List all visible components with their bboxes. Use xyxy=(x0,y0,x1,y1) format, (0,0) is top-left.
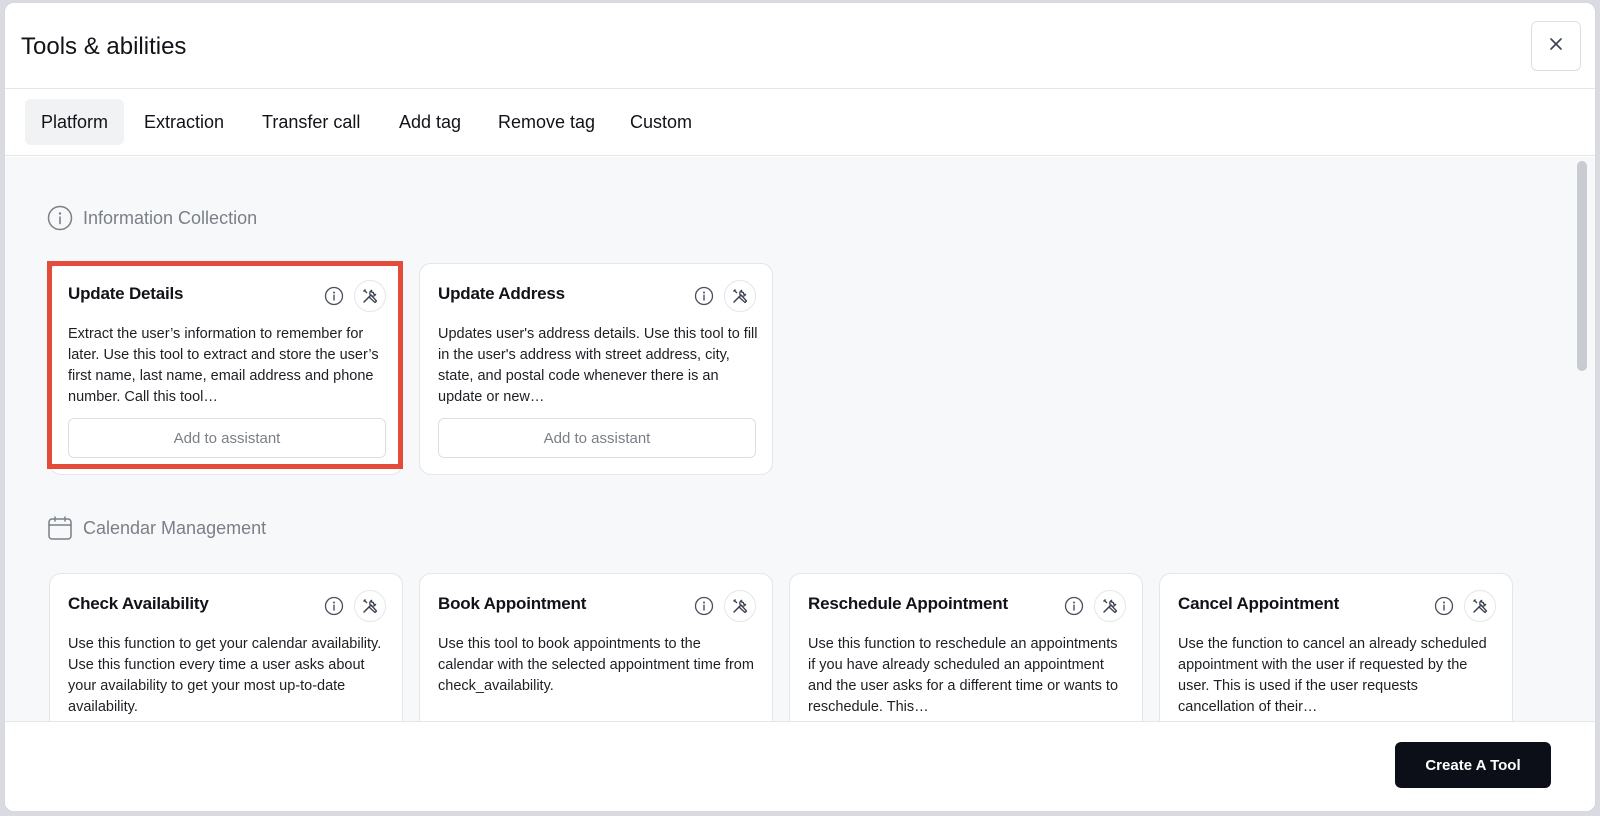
tool-card-update-details: Update Details Extract the user’s inform… xyxy=(49,263,403,475)
card-description: Updates user's address details. Use this… xyxy=(438,326,758,405)
close-button[interactable] xyxy=(1531,21,1581,71)
info-icon[interactable] xyxy=(322,284,346,308)
card-description: Use this tool to book appointments to th… xyxy=(438,636,754,694)
dialog-title: Tools & abilities xyxy=(21,33,187,60)
card-title: Book Appointment xyxy=(438,594,587,613)
tools-icon[interactable] xyxy=(1094,590,1126,622)
tool-card-cancel-appointment: Cancel Appointment Use the function to c… xyxy=(1159,573,1513,733)
scrollbar[interactable] xyxy=(1569,157,1595,735)
section-title: Information Collection xyxy=(83,207,258,228)
tab-custom[interactable]: Custom xyxy=(614,99,708,145)
info-icon[interactable] xyxy=(692,594,716,618)
tool-card-book-appointment: Book Appointment Use this tool to book a… xyxy=(419,573,773,733)
card-description: Use the function to cancel an already sc… xyxy=(1178,636,1487,715)
tab-add-tag[interactable]: Add tag xyxy=(383,99,477,145)
tools-icon[interactable] xyxy=(354,590,386,622)
dialog-footer: Create A Tool xyxy=(5,721,1595,811)
info-icon[interactable] xyxy=(1432,594,1456,618)
tool-card-reschedule-appointment: Reschedule Appointment Use this function… xyxy=(789,573,1143,733)
tool-card-update-address: Update Address Updates user's address de… xyxy=(419,263,773,475)
info-icon[interactable] xyxy=(692,284,716,308)
tab-remove-tag[interactable]: Remove tag xyxy=(482,99,611,145)
dialog-header: Tools & abilities xyxy=(5,3,1595,89)
card-title: Update Address xyxy=(438,284,565,303)
section-calendar-management: Calendar Management xyxy=(47,515,266,541)
card-description: Use this function to get your calendar a… xyxy=(68,636,382,715)
card-title: Cancel Appointment xyxy=(1178,594,1340,613)
card-title: Update Details xyxy=(68,284,184,303)
tab-bar: Platform Extraction Transfer call Add ta… xyxy=(5,89,1595,156)
tools-icon[interactable] xyxy=(1464,590,1496,622)
tools-icon[interactable] xyxy=(354,280,386,312)
card-title: Check Availability xyxy=(68,594,209,613)
add-to-assistant-button[interactable]: Add to assistant xyxy=(438,418,756,458)
tools-dialog: Tools & abilities Platform Extraction Tr… xyxy=(4,2,1596,812)
tool-card-check-availability: Check Availability Use this function to … xyxy=(49,573,403,733)
calendar-icon xyxy=(47,515,73,541)
section-information-collection: Information Collection xyxy=(47,205,257,231)
card-description: Extract the user’s information to rememb… xyxy=(68,326,379,405)
info-circle-icon xyxy=(47,205,73,231)
add-to-assistant-button[interactable]: Add to assistant xyxy=(68,418,386,458)
scrollbar-thumb[interactable] xyxy=(1577,161,1587,371)
create-tool-button[interactable]: Create A Tool xyxy=(1395,742,1551,788)
card-description: Use this function to reschedule an appoi… xyxy=(808,636,1119,715)
tab-extraction[interactable]: Extraction xyxy=(128,99,240,145)
close-icon xyxy=(1548,36,1564,57)
info-icon[interactable] xyxy=(1062,594,1086,618)
tab-platform[interactable]: Platform xyxy=(25,99,125,145)
tools-icon[interactable] xyxy=(724,280,756,312)
card-title: Reschedule Appointment xyxy=(808,594,1008,613)
tools-icon[interactable] xyxy=(724,590,756,622)
section-title: Calendar Management xyxy=(83,517,267,538)
tab-transfer-call[interactable]: Transfer call xyxy=(246,99,376,145)
info-icon[interactable] xyxy=(322,594,346,618)
